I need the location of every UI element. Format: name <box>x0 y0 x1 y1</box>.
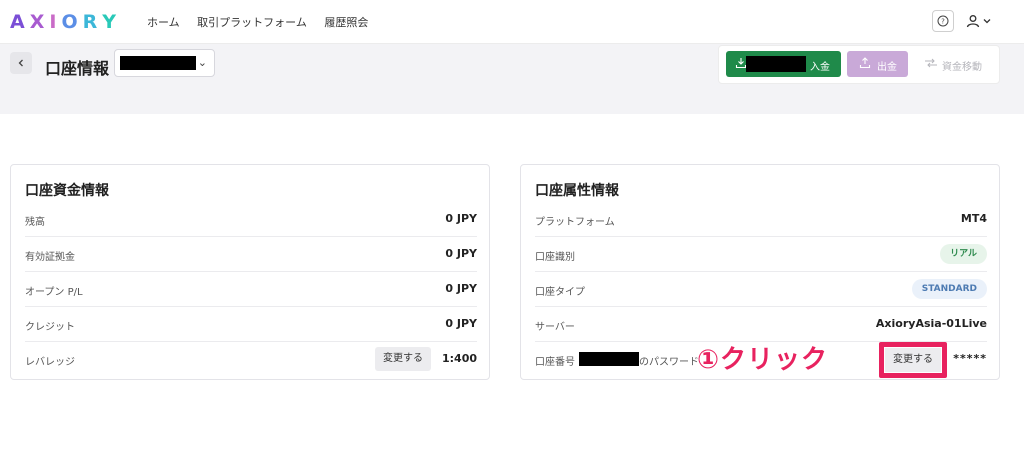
row-label: レバレッジ <box>25 357 75 368</box>
status-badge: リアル <box>940 244 987 264</box>
row-label: オープン P/L <box>25 287 83 298</box>
funds-row-balance: 残高 0 JPY <box>25 202 477 237</box>
logo-letter: I <box>49 11 62 33</box>
row-label: 有効証拠金 <box>25 252 75 263</box>
question-circle-icon: ? <box>937 15 949 27</box>
logo-letter: O <box>61 11 83 33</box>
redacted-account-number <box>120 56 196 70</box>
funds-row-open-pl: オープン P/L 0 JPY <box>25 272 477 307</box>
attributes-panel-title: 口座属性情報 <box>535 183 619 199</box>
page-title: 口座情報 <box>45 59 110 78</box>
transfer-arrows-icon <box>925 58 937 68</box>
attr-row-platform: プラットフォーム MT4 <box>535 202 987 237</box>
withdraw-button[interactable]: 出金 <box>847 51 908 77</box>
account-select[interactable]: ⌄ <box>114 49 215 77</box>
funds-row-leverage: レバレッジ 変更する 1:400 <box>25 342 477 377</box>
nav-link-platform[interactable]: 取引プラットフォーム <box>197 16 307 29</box>
attr-row-account-type: 口座タイプ STANDARD <box>535 272 987 307</box>
row-label: プラットフォーム <box>535 217 615 228</box>
funds-row-credit: クレジット 0 JPY <box>25 307 477 342</box>
help-button[interactable]: ? <box>932 10 954 32</box>
annotation-highlight-box <box>879 342 947 378</box>
funds-panel-title: 口座資金情報 <box>25 183 109 199</box>
chevron-left-icon <box>18 59 23 67</box>
row-label: 残高 <box>25 217 45 228</box>
top-navigation: AXIORY ホーム 取引プラットフォーム 履歴照会 ? <box>0 0 1024 44</box>
withdraw-label: 出金 <box>877 62 897 73</box>
password-masked-value: ***** <box>953 352 987 365</box>
nav-link-history[interactable]: 履歴照会 <box>324 16 368 29</box>
back-button[interactable] <box>10 52 32 74</box>
row-value: AxioryAsia-01Live <box>875 317 987 330</box>
chevron-down-icon <box>983 19 991 24</box>
logo-letter: R <box>82 11 103 33</box>
user-icon <box>966 15 980 28</box>
upload-icon <box>859 57 871 69</box>
row-value: MT4 <box>960 212 987 225</box>
row-value: 0 JPY <box>445 317 477 330</box>
svg-text:?: ? <box>941 18 945 26</box>
redacted-account-number <box>579 352 639 366</box>
funds-panel: 口座資金情報 残高 0 JPY 有効証拠金 0 JPY オープン P/L 0 J… <box>10 164 490 380</box>
transfer-label: 資金移動 <box>942 62 982 73</box>
change-leverage-button[interactable]: 変更する <box>375 347 431 371</box>
row-label: クレジット <box>25 322 75 333</box>
redacted-text <box>746 56 806 72</box>
row-label: 口座識別 <box>535 252 575 263</box>
deposit-label: 入金 <box>810 62 830 73</box>
funds-row-equity: 有効証拠金 0 JPY <box>25 237 477 272</box>
nav-link-home[interactable]: ホーム <box>147 16 180 29</box>
row-label: サーバー <box>535 322 575 333</box>
nav-links: ホーム 取引プラットフォーム 履歴照会 <box>147 14 382 30</box>
axiory-logo[interactable]: AXIORY <box>10 11 121 33</box>
deposit-button[interactable]: 入金 <box>726 51 841 77</box>
account-type-badge: STANDARD <box>911 279 987 299</box>
logo-letter: X <box>29 11 50 33</box>
logo-letter: A <box>10 11 30 33</box>
user-menu-button[interactable] <box>966 10 996 32</box>
attr-row-server: サーバー AxioryAsia-01Live <box>535 307 987 342</box>
logo-letter: Y <box>102 11 122 33</box>
attr-row-account-kind: 口座識別 リアル <box>535 237 987 272</box>
annotation-click-text: ①クリック <box>697 345 829 375</box>
row-label: 口座タイプ <box>535 287 585 298</box>
transfer-button[interactable]: 資金移動 <box>920 51 994 77</box>
row-value: 1:400 <box>441 352 477 365</box>
row-value: 0 JPY <box>445 212 477 225</box>
row-value: 0 JPY <box>445 247 477 260</box>
row-value: 0 JPY <box>445 282 477 295</box>
row-label-suffix: のパスワード <box>639 357 699 368</box>
row-label-prefix: 口座番号 <box>535 357 575 368</box>
chevron-down-icon: ⌄ <box>197 56 207 69</box>
